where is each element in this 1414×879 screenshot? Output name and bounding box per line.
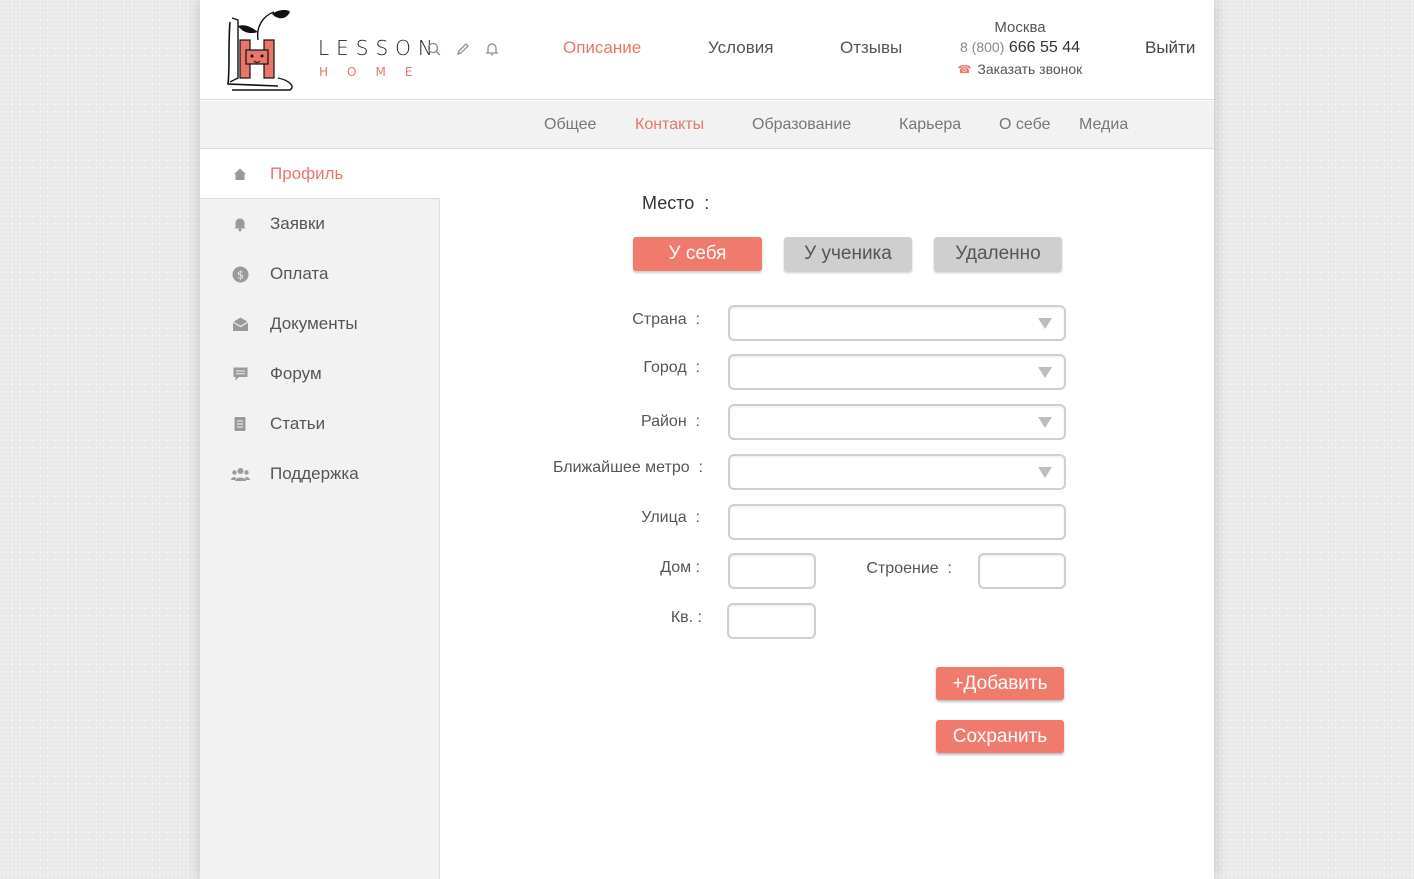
- contact-block: Москва 8 (800) 666 55 44 ☎ Заказать звон…: [940, 19, 1100, 77]
- logo-mark: [227, 10, 293, 91]
- chevron-down-icon: [1038, 467, 1052, 478]
- sidebar-item-profile[interactable]: Профиль: [200, 149, 440, 199]
- callback-link[interactable]: ☎ Заказать звонок: [940, 61, 1100, 77]
- phone-number: 666 55 44: [1008, 39, 1080, 56]
- tab-about[interactable]: О себе: [999, 116, 1051, 134]
- envelope-icon: [230, 314, 250, 334]
- street-input[interactable]: [728, 504, 1066, 540]
- document-icon: [230, 414, 250, 434]
- city-select[interactable]: [728, 354, 1066, 390]
- people-icon: [230, 464, 250, 484]
- save-button[interactable]: Сохранить: [936, 720, 1064, 753]
- sidebar-item-label: Документы: [270, 314, 358, 333]
- sidebar-item-documents[interactable]: Документы: [200, 299, 440, 349]
- tab-education[interactable]: Образование: [752, 116, 851, 134]
- nav-description[interactable]: Описание: [563, 38, 641, 58]
- pencil-icon[interactable]: [454, 40, 471, 57]
- svg-text:$: $: [237, 268, 244, 281]
- sidebar-item-requests[interactable]: Заявки: [200, 199, 440, 249]
- chevron-down-icon: [1038, 318, 1052, 329]
- sidebar-item-label: Статьи: [270, 414, 326, 433]
- search-icon[interactable]: [425, 40, 442, 57]
- tab-general[interactable]: Общее: [544, 116, 596, 134]
- add-button[interactable]: +Добавить: [936, 667, 1064, 700]
- tab-contacts[interactable]: Контакты: [635, 116, 704, 134]
- dollar-icon: $: [230, 264, 250, 284]
- place-option-student[interactable]: У ученика: [784, 237, 912, 271]
- contact-city: Москва: [994, 19, 1046, 36]
- apt-input[interactable]: [727, 603, 816, 639]
- sidebar-item-label: Форум: [270, 364, 322, 383]
- logout-link[interactable]: Выйти: [1145, 38, 1195, 58]
- chevron-down-icon: [1038, 417, 1052, 428]
- header: LESSON HOME Описание Условия Отзывы Моск…: [200, 0, 1214, 100]
- sidebar: Профиль Заявки $ Оплата Документы Форум: [200, 149, 440, 879]
- country-select[interactable]: [728, 305, 1066, 341]
- place-option-remote[interactable]: Удаленно: [934, 237, 1062, 271]
- metro-label: Ближайшее метро :: [552, 459, 703, 476]
- callback-label: Заказать звонок: [977, 61, 1083, 77]
- logo-text-home: HOME: [319, 65, 432, 79]
- place-label: Место :: [642, 193, 710, 213]
- country-label: Страна :: [632, 311, 700, 328]
- sidebar-item-label: Оплата: [270, 264, 329, 283]
- metro-select[interactable]: [728, 454, 1066, 490]
- tab-career[interactable]: Карьера: [899, 116, 961, 134]
- phone-icon: ☎: [957, 63, 972, 76]
- chevron-down-icon: [1038, 367, 1052, 378]
- house-input[interactable]: [728, 553, 816, 589]
- bell-icon: [230, 214, 250, 234]
- sidebar-item-support[interactable]: Поддержка: [200, 449, 440, 499]
- nav-reviews[interactable]: Отзывы: [840, 38, 902, 58]
- street-label: Улица :: [641, 509, 700, 526]
- sidebar-item-label: Заявки: [270, 214, 325, 233]
- logo[interactable]: LESSON HOME: [218, 6, 433, 92]
- home-icon: [230, 164, 250, 184]
- place-option-home[interactable]: У себя: [633, 237, 762, 271]
- sidebar-item-label: Профиль: [270, 163, 344, 183]
- sidebar-item-label: Поддержка: [270, 464, 359, 483]
- building-input[interactable]: [978, 553, 1066, 589]
- city-label: Город :: [643, 359, 700, 376]
- bell-icon[interactable]: [483, 40, 500, 57]
- header-icons: [425, 40, 500, 57]
- tab-media[interactable]: Медиа: [1079, 116, 1128, 134]
- sidebar-item-articles[interactable]: Статьи: [200, 399, 440, 449]
- district-label: Район :: [640, 413, 700, 430]
- page: LESSON HOME Описание Условия Отзывы Моск…: [200, 0, 1214, 879]
- sidebar-item-forum[interactable]: Форум: [200, 349, 440, 399]
- contact-phone[interactable]: 8 (800) 666 55 44: [940, 39, 1100, 57]
- house-label: Дом :: [660, 559, 700, 576]
- district-select[interactable]: [728, 404, 1066, 440]
- chat-icon: [230, 364, 250, 384]
- apt-label: Кв. :: [670, 609, 702, 626]
- phone-prefix: 8 (800): [960, 39, 1005, 55]
- logo-text-lesson: LESSON: [318, 36, 440, 60]
- nav-conditions[interactable]: Условия: [708, 38, 773, 58]
- subnav: Общее Контакты Образование Карьера О себ…: [200, 101, 1214, 149]
- building-label: Строение :: [866, 560, 952, 577]
- sidebar-item-payment[interactable]: $ Оплата: [200, 249, 440, 299]
